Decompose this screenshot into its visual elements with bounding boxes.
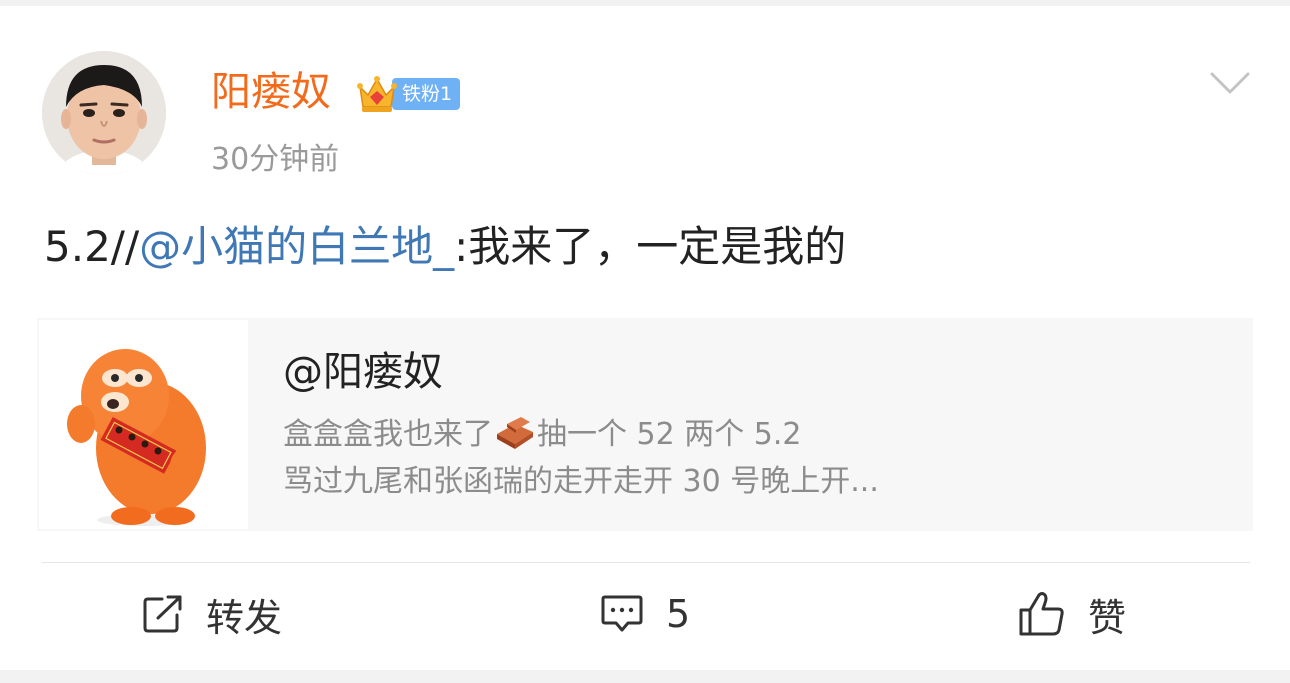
quoted-text-line-1: 盒盒盒我也来了 抽一个 52 两个 5.2 — [283, 414, 802, 455]
crown-icon — [357, 76, 397, 112]
post-text: 5.2//@小猫的白兰地_:我来了，一定是我的 — [44, 218, 846, 276]
mascot-image — [67, 349, 206, 526]
divider — [42, 562, 1250, 563]
weibo-post-card: 阳瘘奴 铁粉1 30分钟前 5.2//@小猫的白兰地_:我来了，一定是我的 @阳… — [0, 6, 1290, 670]
repost-icon — [143, 595, 182, 633]
author-name[interactable]: 阳瘘奴 — [211, 66, 331, 118]
chevron-down-icon[interactable] — [1208, 68, 1252, 102]
repost-label: 转发 — [206, 595, 283, 640]
comment-count: 5 — [666, 592, 691, 636]
quoted-post[interactable]: @阳瘘奴 盒盒盒我也来了 抽一个 52 两个 5.2 骂过九尾和张函瑞的走开走开… — [37, 318, 1253, 531]
post-text-body: :我来了，一定是我的 — [454, 222, 847, 271]
comment-icon — [601, 595, 643, 632]
avatar-image — [42, 51, 166, 175]
brick-emoji-icon — [497, 417, 533, 449]
quoted-text-line-2: 骂过九尾和张函瑞的走开走开 30 号晚上开... — [283, 464, 879, 499]
fan-badge-label: 铁粉1 — [392, 78, 461, 110]
post-text-prefix: 5.2// — [44, 222, 140, 271]
quoted-text-line-1-end: 抽一个 52 两个 5.2 — [537, 417, 802, 452]
quoted-post-thumbnail — [39, 320, 248, 529]
mention-link[interactable]: @小猫的白兰地_ — [139, 222, 454, 271]
comment-button[interactable]: 5 — [600, 586, 690, 642]
avatar[interactable] — [42, 51, 166, 175]
quoted-author[interactable]: @阳瘘奴 — [283, 346, 443, 398]
like-button[interactable]: 赞 — [1018, 586, 1126, 642]
thumbs-up-icon — [1019, 592, 1064, 636]
repost-button[interactable]: 转发 — [142, 586, 282, 642]
quoted-text-line-1-start: 盒盒盒我也来了 — [283, 417, 493, 452]
like-label: 赞 — [1088, 595, 1127, 640]
post-timestamp: 30分钟前 — [211, 142, 340, 177]
fan-badge[interactable]: 铁粉1 — [356, 73, 461, 115]
